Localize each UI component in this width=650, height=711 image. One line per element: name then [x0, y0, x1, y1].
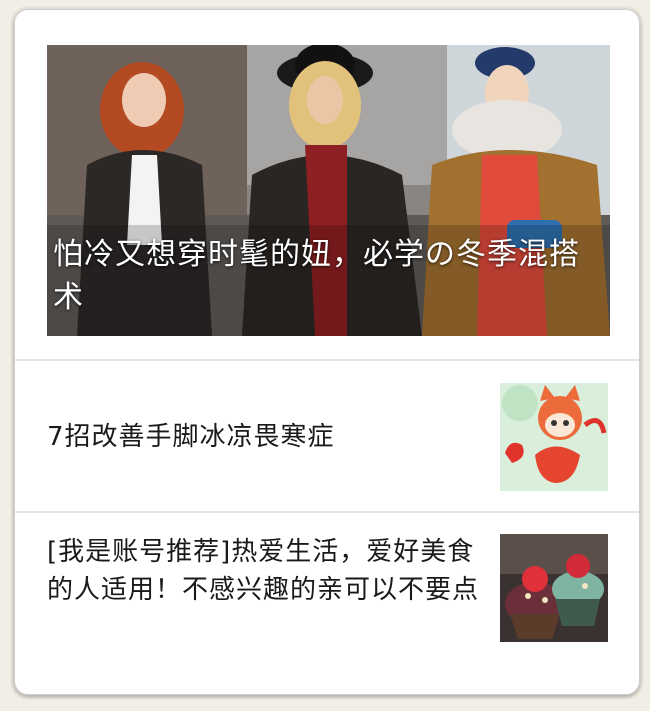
- list-item[interactable]: [我是账号推荐]热爱生活，爱好美食的人适用！不感兴趣的亲可以不要点: [15, 513, 639, 694]
- hero-title: 怕冷又想穿时髦的妞，必学の冬季混搭术: [53, 237, 580, 315]
- list-item[interactable]: 7招改善手脚冰凉畏寒症: [15, 361, 639, 511]
- item-title: 7招改善手脚冰凉畏寒症: [47, 422, 335, 452]
- item-thumbnail: [500, 383, 608, 491]
- hero-article[interactable]: 怕冷又想穿时髦的妞，必学の冬季混搭术: [47, 45, 610, 336]
- cupcakes-image: [500, 534, 608, 642]
- cartoon-fox-girl-image: [500, 383, 608, 491]
- item-thumbnail: [500, 534, 608, 642]
- item-title: [我是账号推荐]热爱生活，爱好美食的人适用！不感兴趣的亲可以不要点: [47, 537, 480, 605]
- news-card: 怕冷又想穿时髦的妞，必学の冬季混搭术 7招改善手脚冰凉畏寒症 [我是账号推荐]热…: [14, 9, 640, 695]
